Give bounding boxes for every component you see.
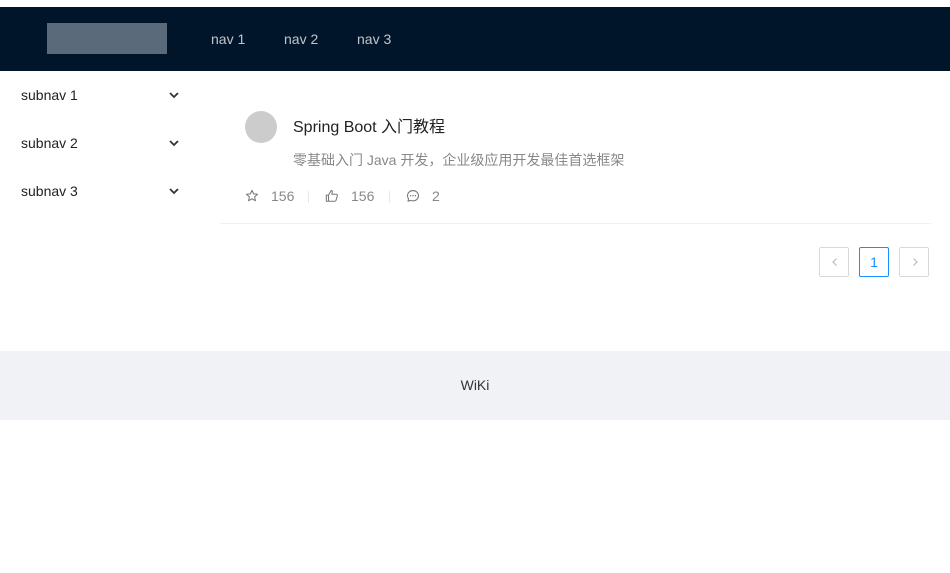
action-divider xyxy=(308,191,309,203)
footer: WiKi xyxy=(0,351,950,420)
nav-item-2[interactable]: nav 2 xyxy=(284,7,318,71)
content: Spring Boot 入门教程 零基础入门 Java 开发，企业级应用开发最佳… xyxy=(220,71,931,351)
like-count: 156 xyxy=(351,188,375,204)
logo xyxy=(47,23,167,54)
sidebar-item-label: subnav 2 xyxy=(21,135,78,151)
pagination-page[interactable]: 1 xyxy=(859,247,889,277)
footer-text: WiKi xyxy=(460,377,490,393)
chevron-down-icon xyxy=(169,188,179,195)
chevron-down-icon xyxy=(169,92,179,99)
star-count: 156 xyxy=(271,188,295,204)
star-icon xyxy=(245,189,259,202)
sidebar-item-subnav-1[interactable]: subnav 1 xyxy=(0,71,200,119)
header: nav 1 nav 2 nav 3 xyxy=(0,7,950,71)
avatar xyxy=(245,111,277,143)
chevron-right-icon xyxy=(913,258,918,266)
pagination-prev[interactable] xyxy=(819,247,849,277)
list-item-description: 零基础入门 Java 开发，企业级应用开发最佳首选框架 xyxy=(293,152,625,168)
sidebar-item-label: subnav 3 xyxy=(21,183,78,199)
sidebar: subnav 1 subnav 2 subnav 3 xyxy=(0,71,200,351)
message-icon xyxy=(406,190,420,202)
comment-count: 2 xyxy=(432,188,440,204)
pagination-next[interactable] xyxy=(899,247,929,277)
sidebar-item-label: subnav 1 xyxy=(21,87,78,103)
top-strip xyxy=(0,0,950,7)
like-icon xyxy=(325,190,338,202)
list-item: Spring Boot 入门教程 零基础入门 Java 开发，企业级应用开发最佳… xyxy=(220,95,931,224)
sidebar-item-subnav-2[interactable]: subnav 2 xyxy=(0,119,200,167)
action-divider xyxy=(389,191,390,203)
sidebar-item-subnav-3[interactable]: subnav 3 xyxy=(0,167,200,215)
chevron-down-icon xyxy=(169,140,179,147)
nav-item-1[interactable]: nav 1 xyxy=(211,7,245,71)
chevron-left-icon xyxy=(832,258,837,266)
list-item-title[interactable]: Spring Boot 入门教程 xyxy=(293,113,445,137)
nav-item-3[interactable]: nav 3 xyxy=(357,7,391,71)
